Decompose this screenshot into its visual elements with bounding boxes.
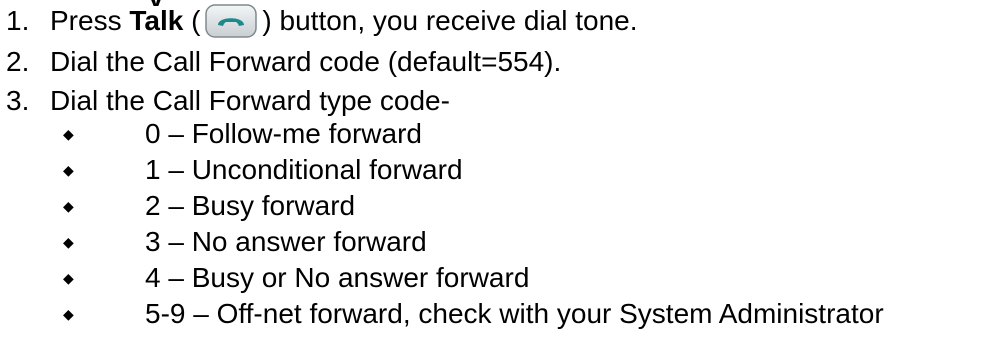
open-paren: ( — [183, 5, 201, 36]
step-3: 3. Dial the Call Forward type code- — [0, 83, 450, 119]
step-1: 1. Press Talk ( ) button, you receive di… — [0, 3, 638, 39]
forward-type-text: 3 – No answer forward — [145, 226, 427, 257]
diamond-bullet-icon: ◆ — [63, 234, 74, 250]
step-number: 2. — [6, 46, 30, 77]
talk-label: Talk — [129, 5, 184, 36]
step-text: Press Talk ( ) button, you receive dial … — [50, 3, 638, 39]
step-text: Dial the Call Forward code (default=554)… — [50, 46, 562, 77]
forward-type-text: 1 – Unconditional forward — [145, 154, 463, 185]
diamond-bullet-icon: ◆ — [63, 270, 74, 286]
step-2: 2. Dial the Call Forward code (default=5… — [0, 44, 561, 80]
forward-type-text: 2 – Busy forward — [145, 190, 356, 221]
forward-type-text: 0 – Follow-me forward — [145, 118, 422, 149]
forward-type-text: 4 – Busy or No answer forward — [145, 262, 530, 293]
phone-talk-icon — [205, 4, 258, 38]
step-text: Dial the Call Forward type code- — [50, 85, 450, 116]
diamond-bullet-icon: ◆ — [63, 126, 74, 142]
forward-type-text: 5-9 – Off-net forward, check with your S… — [145, 298, 884, 329]
step-number: 1. — [6, 5, 30, 36]
step-suffix: ) button, you receive dial tone. — [262, 5, 638, 36]
step-number: 3. — [6, 85, 30, 116]
diamond-bullet-icon: ◆ — [63, 198, 74, 214]
diamond-bullet-icon: ◆ — [63, 162, 74, 178]
step-prefix: Press — [50, 5, 130, 36]
diamond-bullet-icon: ◆ — [63, 306, 74, 322]
